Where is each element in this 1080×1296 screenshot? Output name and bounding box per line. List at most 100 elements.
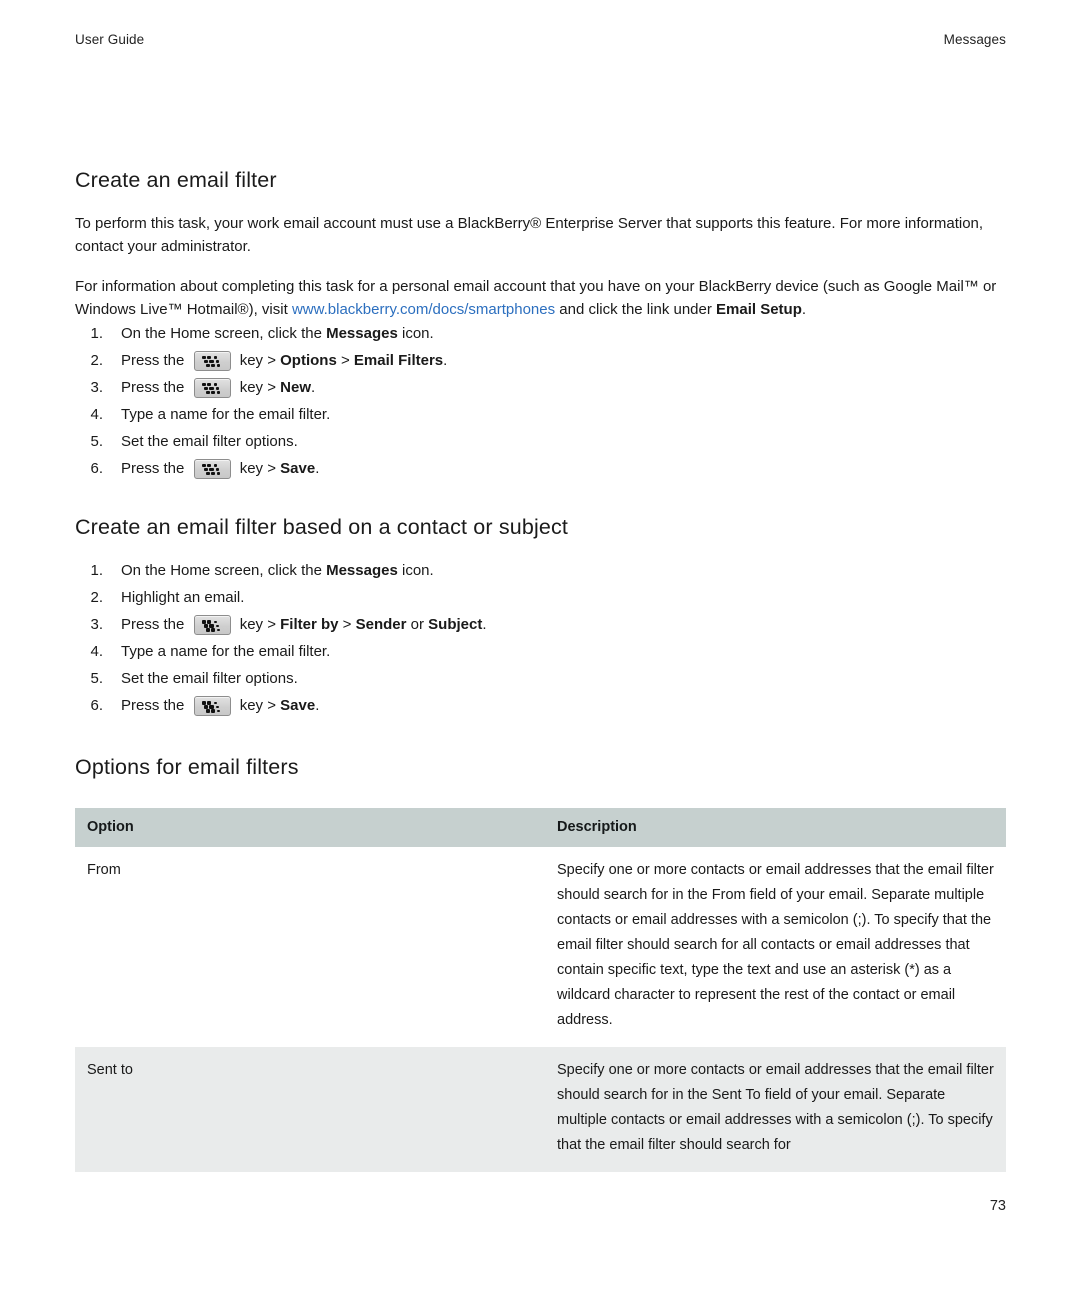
step-item: 1. On the Home screen, click the Messages… <box>75 559 1006 584</box>
text-run: Type a name for the email filter. <box>121 643 331 661</box>
step-text: Highlight an email. <box>121 586 244 611</box>
text-run: . <box>315 459 320 477</box>
emphasis-text: Save <box>280 459 316 477</box>
section-heading-options-for-email-filters: Options for email filters <box>75 754 299 779</box>
cell-description: Specify one or more contacts or email ad… <box>545 847 1006 1048</box>
column-header-description: Description <box>545 808 1006 848</box>
text-run: and click the link under <box>555 301 717 319</box>
text-run: Set the email filter options. <box>121 670 298 688</box>
step-item: 6. Press the key > Save. <box>75 457 1006 482</box>
step-number: 2. <box>90 351 103 369</box>
text-run: Press the <box>121 351 189 369</box>
step-number: 2. <box>90 589 103 607</box>
step-text: On the Home screen, click the Messages i… <box>121 322 434 347</box>
step-item: 3. Press the key > Filter by > Sender or … <box>75 613 1006 638</box>
text-run: Highlight an email. <box>121 589 245 607</box>
section-heading-create-email-filter: Create an email filter <box>75 168 277 192</box>
text-run: On the Home screen, click the <box>121 562 327 580</box>
page-number: 73 <box>989 1198 1006 1214</box>
text-run: . <box>443 351 448 369</box>
emphasis-text: Subject <box>428 616 483 634</box>
step-number: 6. <box>90 697 103 715</box>
emphasis-text: Messages <box>326 562 398 580</box>
page-content: Create an email filter To perform this t… <box>75 168 1006 1173</box>
table-row: From Specify one or more contacts or emai… <box>75 847 1006 1048</box>
intro-paragraph-1: To perform this task, your work email ac… <box>75 212 1006 259</box>
step-item: 2. Press the key > Options > Email Filter… <box>75 349 1006 374</box>
step-text: On the Home screen, click the Messages i… <box>121 559 434 584</box>
step-text: Press the key > New. <box>121 376 315 401</box>
cell-option: Sent to <box>75 1047 545 1173</box>
step-item: 3. Press the key > New. <box>75 376 1006 401</box>
text-run: key > <box>235 378 281 396</box>
options-table-wrapper: Option Description From Specify one or mo… <box>75 808 1006 1173</box>
step-number: 4. <box>90 405 103 423</box>
text-run: key > <box>235 697 281 715</box>
text-run: To perform this task, your work email ac… <box>75 214 984 256</box>
blackberry-menu-key-icon <box>193 378 231 399</box>
emphasis-text: Email Setup <box>716 301 802 319</box>
step-text: Set the email filter options. <box>121 667 298 692</box>
emphasis-text: Filter by <box>280 616 339 634</box>
emphasis-text: New <box>280 378 311 396</box>
text-run: key > <box>235 616 281 634</box>
table-header-row: Option Description <box>75 808 1006 848</box>
step-text: Press the key > Options > Email Filters. <box>121 349 447 374</box>
text-run: Press the <box>121 459 189 477</box>
blackberry-menu-key-icon <box>193 459 231 480</box>
text-run: . <box>801 301 807 319</box>
emphasis-text: Options <box>280 351 337 369</box>
step-item: 4. Type a name for the email filter. <box>75 640 1006 665</box>
step-item: 5. Set the email filter options. <box>75 430 1006 455</box>
step-number: 3. <box>90 378 103 396</box>
text-run: > <box>338 616 356 634</box>
emphasis-text: Email Filters <box>353 351 444 369</box>
text-run: Set the email filter options. <box>121 432 298 450</box>
external-link[interactable]: www.blackberry.com/docs/smartphones <box>292 301 555 318</box>
step-text: Press the key > Save. <box>121 457 319 482</box>
blackberry-menu-key-icon <box>193 696 231 717</box>
emphasis-text: Sender <box>355 616 407 634</box>
step-text: Set the email filter options. <box>121 430 298 455</box>
step-number: 3. <box>90 616 103 634</box>
step-number: 1. <box>90 324 103 342</box>
step-number: 6. <box>90 459 103 477</box>
running-header-right: Messages <box>943 32 1006 47</box>
running-header-left: User Guide <box>75 32 145 47</box>
table-row: Sent to Specify one or more contacts or e… <box>75 1047 1006 1173</box>
text-run: key > <box>235 459 281 477</box>
step-number: 1. <box>90 562 103 580</box>
blackberry-menu-key-icon <box>193 351 231 372</box>
step-item: 6. Press the key > Save. <box>75 694 1006 719</box>
text-run: Press the <box>121 378 189 396</box>
emphasis-text: Messages <box>326 324 398 342</box>
table-body: From Specify one or more contacts or emai… <box>75 847 1006 1173</box>
text-run: or <box>406 616 429 634</box>
text-run: Type a name for the email filter. <box>121 405 331 423</box>
cell-description: Specify one or more contacts or email ad… <box>545 1047 1006 1173</box>
text-run: icon. <box>397 562 434 580</box>
section-heading-create-filter-contact-subject: Create an email filter based on a contac… <box>75 515 569 540</box>
table-head: Option Description <box>75 808 1006 848</box>
text-run: key > <box>235 351 281 369</box>
step-item: 4. Type a name for the email filter. <box>75 403 1006 428</box>
step-item: 5. Set the email filter options. <box>75 667 1006 692</box>
emphasis-text: Save <box>280 697 316 715</box>
step-text: Press the key > Save. <box>121 694 319 719</box>
step-item: 2. Highlight an email. <box>75 586 1006 611</box>
text-run: > <box>336 351 354 369</box>
text-run: . <box>315 697 320 715</box>
step-number: 4. <box>90 643 103 661</box>
step-item: 1. On the Home screen, click the Messages… <box>75 322 1006 347</box>
text-run: Press the <box>121 616 189 634</box>
step-text: Press the key > Filter by > Sender or Su… <box>121 613 487 638</box>
text-run: . <box>482 616 487 634</box>
text-run: . <box>310 378 316 396</box>
intro-paragraph-2: For information about completing this ta… <box>75 275 1006 322</box>
column-header-option: Option <box>75 808 545 848</box>
document-page: User Guide Messages Create an email filt… <box>0 0 1080 1296</box>
text-run: Press the <box>121 697 189 715</box>
step-number: 5. <box>90 670 103 688</box>
steps-list-contact-subject: 1. On the Home screen, click the Messages… <box>75 559 1006 719</box>
step-text: Type a name for the email filter. <box>121 403 330 428</box>
